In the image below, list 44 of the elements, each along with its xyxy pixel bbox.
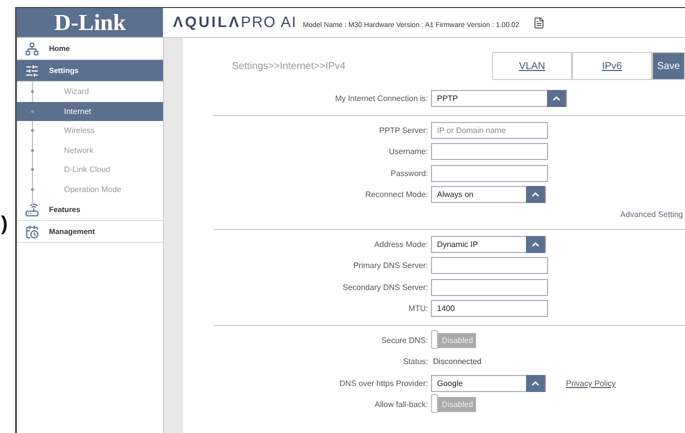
field-label: Allow fall-back: bbox=[374, 400, 429, 410]
field-label: Username: bbox=[388, 147, 429, 156]
text-field[interactable]: IP or Domain name bbox=[431, 122, 548, 139]
field-label: My Internet Connection is: bbox=[334, 94, 429, 104]
sliders-icon bbox=[25, 64, 39, 78]
network-icon bbox=[25, 42, 39, 56]
field-label: PPTP Server: bbox=[378, 126, 429, 135]
tab-link[interactable]: VLAN bbox=[492, 52, 572, 80]
text-field[interactable] bbox=[431, 278, 548, 296]
field-label: Password: bbox=[390, 168, 429, 178]
router-icon bbox=[25, 202, 39, 216]
calendar-clock-icon bbox=[25, 224, 39, 238]
brand-name: ΛQUILΛ bbox=[173, 14, 241, 31]
privacy-policy-link[interactable]: Privacy Policy bbox=[566, 378, 616, 388]
field-label: Primary DNS Server: bbox=[352, 261, 429, 270]
brand-suffix: PRO AI bbox=[240, 14, 297, 31]
field-label: Secondary DNS Server: bbox=[342, 282, 429, 292]
text-field[interactable] bbox=[431, 164, 548, 182]
dropdown[interactable]: Always on bbox=[431, 186, 546, 204]
caret-icon bbox=[526, 374, 545, 392]
logo: D-Link bbox=[17, 8, 163, 37]
field-label: DNS over https Provider: bbox=[338, 378, 429, 388]
dropdown[interactable]: Google bbox=[431, 374, 546, 392]
field-label: MTU: bbox=[407, 304, 429, 314]
caret-icon bbox=[526, 236, 545, 253]
caret-icon bbox=[547, 90, 566, 108]
save-button[interactable]: Save bbox=[652, 52, 685, 80]
field-label: Secure DNS: bbox=[380, 336, 429, 345]
field-label: Reconnect Mode: bbox=[364, 190, 429, 200]
field-label: Address Mode: bbox=[373, 240, 429, 249]
dropdown[interactable]: PPTP bbox=[431, 90, 567, 108]
status-value: Disconnected bbox=[432, 357, 482, 366]
dropdown[interactable]: Dynamic IP bbox=[431, 236, 546, 253]
text-field[interactable] bbox=[431, 143, 548, 160]
text-field[interactable] bbox=[431, 257, 548, 274]
breadcrumb: Settings>>Internet>>IPv4 bbox=[232, 60, 346, 72]
field-label: Status: bbox=[402, 357, 429, 366]
advanced-settings-link[interactable]: Advanced Setting bbox=[620, 210, 683, 219]
text-field[interactable]: 1400 bbox=[431, 300, 548, 318]
tab-link[interactable]: IPv6 bbox=[572, 52, 652, 80]
sidebar-subitem[interactable]: Internet bbox=[17, 102, 163, 121]
caret-icon bbox=[526, 186, 545, 204]
document-icon[interactable] bbox=[533, 16, 545, 28]
text-fragment: ) bbox=[1, 214, 9, 234]
